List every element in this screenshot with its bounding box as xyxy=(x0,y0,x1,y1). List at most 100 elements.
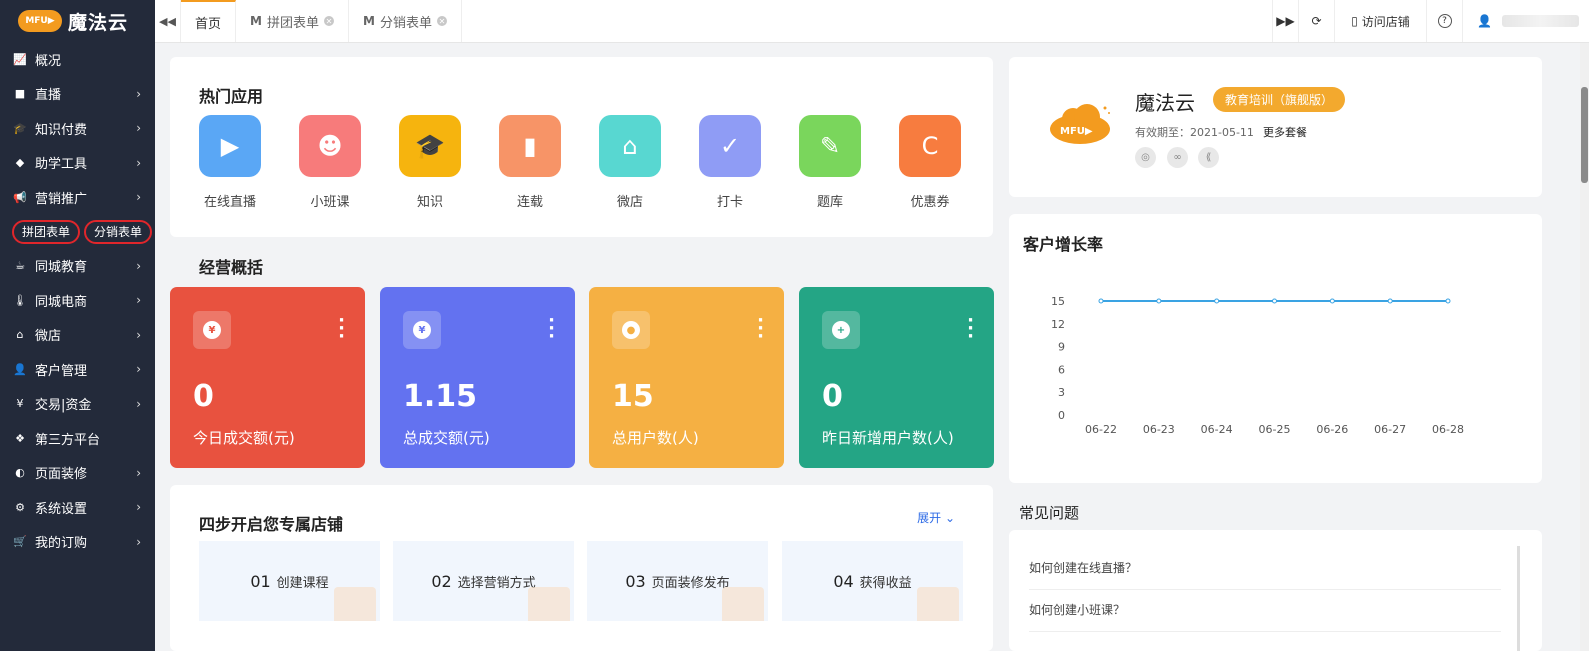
step-label: 创建课程 xyxy=(276,575,329,591)
data-point[interactable] xyxy=(1272,298,1277,304)
step-number: 01 xyxy=(250,571,271,591)
expand-button[interactable]: 展开 ⌄ xyxy=(917,509,955,526)
tab-group-form[interactable]: M 拼团表单 ✕ xyxy=(236,0,349,42)
cubes-icon: ❖ xyxy=(15,431,25,445)
app-tile[interactable]: C 优惠券 xyxy=(899,115,999,210)
step-illustration xyxy=(528,587,570,621)
faq-item[interactable]: 如何创建小班课？ xyxy=(1029,601,1501,632)
data-point[interactable] xyxy=(1156,298,1162,304)
app-label: 微店 xyxy=(616,195,643,210)
stat-value: 0 xyxy=(193,379,214,414)
x-tick-label: 06-26 xyxy=(1316,423,1348,436)
more-menu-icon[interactable]: · · · xyxy=(548,312,555,346)
stat-icon: ¥ xyxy=(193,311,231,349)
sidebar-item-label: 第三方平台 xyxy=(35,432,101,448)
close-icon[interactable]: ✕ xyxy=(323,16,334,26)
sidebar-item-video-camera[interactable]: ■ 直播 › xyxy=(0,77,155,112)
faq-card: 如何创建在线直播？ 如何创建小班课？ xyxy=(1009,530,1542,651)
more-menu-icon[interactable]: · · · xyxy=(338,312,345,346)
step-item[interactable]: 03 页面装修发布 xyxy=(587,541,768,621)
chevron-right-icon: › xyxy=(136,155,141,170)
app-tile[interactable]: ▶ 在线直播 xyxy=(199,115,299,210)
scroll-tabs-right-button[interactable]: ▶▶ xyxy=(1272,0,1298,42)
wechat-icon[interactable]: ◎ xyxy=(1135,147,1156,168)
user-menu[interactable]: 👤 xyxy=(1462,0,1589,42)
step-number: 03 xyxy=(625,571,646,591)
user-icon: 👤 xyxy=(13,362,27,376)
y-tick-label: 3 xyxy=(1058,386,1065,399)
close-icon[interactable]: ✕ xyxy=(436,16,447,26)
tab-home[interactable]: 首页 xyxy=(181,0,237,42)
sidebar-item-home[interactable]: ⌂ 微店 › xyxy=(0,318,155,353)
sidebar-item-label: 系统设置 xyxy=(35,501,88,517)
app-icon: ✎ xyxy=(799,115,861,177)
app-tile[interactable]: ▮ 连载 xyxy=(499,115,599,210)
stat-card: ¥ · · · 0 今日成交额(元) xyxy=(170,287,365,468)
app-tile[interactable]: ✎ 题库 xyxy=(799,115,899,210)
step-illustration xyxy=(917,587,959,621)
chevron-right-icon: › xyxy=(136,190,141,205)
thermometer-icon: 🌡 xyxy=(13,293,27,307)
submenu-distribution-form[interactable]: 分销表单 xyxy=(84,219,153,244)
sidebar-item-label: 同城电商 xyxy=(35,294,88,310)
hot-apps-card: 热门应用 ▶ 在线直播 ☻ 小班课 🎓 知识 ▮ 连载 ⌂ 微店 ✓ 打卡 ✎ 题库 C 优惠券 xyxy=(170,57,993,237)
step-item[interactable]: 01 创建课程 xyxy=(199,541,380,621)
visit-store-button[interactable]: ▯ 访问店铺 xyxy=(1334,0,1426,42)
app-label: 连载 xyxy=(516,195,543,210)
steps-card: 四步开启您专属店铺 展开 ⌄ 01 创建课程 02 选择营销方式 03 页面装修发布 04 获… xyxy=(170,485,993,651)
chevron-right-icon: › xyxy=(136,465,141,480)
help-button[interactable]: ? xyxy=(1426,0,1462,42)
refresh-button[interactable]: ⟳ xyxy=(1298,0,1334,42)
bullhorn-icon: 📢 xyxy=(13,190,27,204)
data-point[interactable] xyxy=(1445,298,1451,304)
code-icon[interactable]: ⟪ xyxy=(1198,147,1219,168)
yen-icon: ¥ xyxy=(16,397,24,411)
sidebar-item-bullhorn[interactable]: 📢 营销推广 › xyxy=(0,180,155,215)
sidebar-item-thermometer[interactable]: 🌡 同城电商 › xyxy=(0,283,155,318)
link-icon[interactable]: ∞ xyxy=(1167,147,1188,168)
sidebar-item-user[interactable]: 👤 客户管理 › xyxy=(0,352,155,387)
step-label: 页面装修发布 xyxy=(651,575,730,591)
sidebar-item-gear[interactable]: ⚙ 系统设置 › xyxy=(0,490,155,525)
more-menu-icon[interactable]: · · · xyxy=(757,312,764,346)
store-profile-card: MFU▶ 魔法云 教育培训（旗舰版） 有效期至：2021-05-11 更多套餐 … xyxy=(1009,57,1542,197)
sidebar-item-dashboard[interactable]: ◐ 页面装修 › xyxy=(0,456,155,491)
app-tile[interactable]: ✓ 打卡 xyxy=(699,115,799,210)
step-item[interactable]: 02 选择营销方式 xyxy=(393,541,574,621)
page-scrollbar[interactable] xyxy=(1580,43,1589,651)
sidebar-item-label: 交易|资金 xyxy=(35,398,92,414)
top-bar: ◀◀ 首页 M 拼团表单 ✕ M 分销表单 ✕ ▶▶ ⟳ ▯ 访问店铺 ? 👤 xyxy=(155,0,1589,43)
app-tile[interactable]: 🎓 知识 xyxy=(399,115,499,210)
data-point[interactable] xyxy=(1214,298,1220,304)
x-tick-label: 06-28 xyxy=(1432,423,1464,436)
sidebar-item-label: 概况 xyxy=(35,53,62,69)
submenu-group-form[interactable]: 拼团表单 xyxy=(12,219,81,244)
step-item[interactable]: 04 获得收益 xyxy=(782,541,963,621)
more-plans-link[interactable]: 更多套餐 xyxy=(1263,124,1307,140)
scrollbar-thumb[interactable] xyxy=(1581,87,1588,183)
logo[interactable]: MFU▶ 魔法云 xyxy=(0,0,155,42)
sidebar-item-cubes[interactable]: ❖ 第三方平台 xyxy=(0,421,155,456)
app-tile[interactable]: ⌂ 微店 xyxy=(599,115,699,210)
sidebar-item-coffee[interactable]: ☕ 同城教育 › xyxy=(0,249,155,284)
y-tick-label: 9 xyxy=(1058,341,1065,354)
sidebar-item-yen[interactable]: ¥ 交易|资金 › xyxy=(0,387,155,422)
sidebar-item-graduation-cap[interactable]: 🎓 知识付费 › xyxy=(0,111,155,146)
sidebar-item-chart-line[interactable]: 📈 概况 xyxy=(0,42,155,77)
data-point[interactable] xyxy=(1329,298,1335,304)
tab-label: 拼团表单 xyxy=(266,15,319,31)
logo-text: 魔法云 xyxy=(68,11,129,34)
app-tile[interactable]: ☻ 小班课 xyxy=(299,115,399,210)
faq-item[interactable]: 如何创建在线直播？ xyxy=(1029,559,1501,590)
data-point[interactable] xyxy=(1387,298,1393,304)
sidebar-item-eraser[interactable]: ◆ 助学工具 › xyxy=(0,146,155,181)
scroll-tabs-left-button[interactable]: ◀◀ xyxy=(155,0,181,42)
sidebar-item-cart[interactable]: 🛒 我的订购 › xyxy=(0,525,155,560)
data-point[interactable] xyxy=(1098,298,1104,304)
mobile-icon: ▯ xyxy=(1351,14,1358,28)
y-tick-label: 12 xyxy=(1051,318,1065,331)
tab-distribution-form[interactable]: M 分销表单 ✕ xyxy=(349,0,462,42)
more-menu-icon[interactable]: · · · xyxy=(967,312,974,346)
faq-scrollbar[interactable] xyxy=(1517,546,1520,651)
x-tick-label: 06-23 xyxy=(1143,423,1175,436)
